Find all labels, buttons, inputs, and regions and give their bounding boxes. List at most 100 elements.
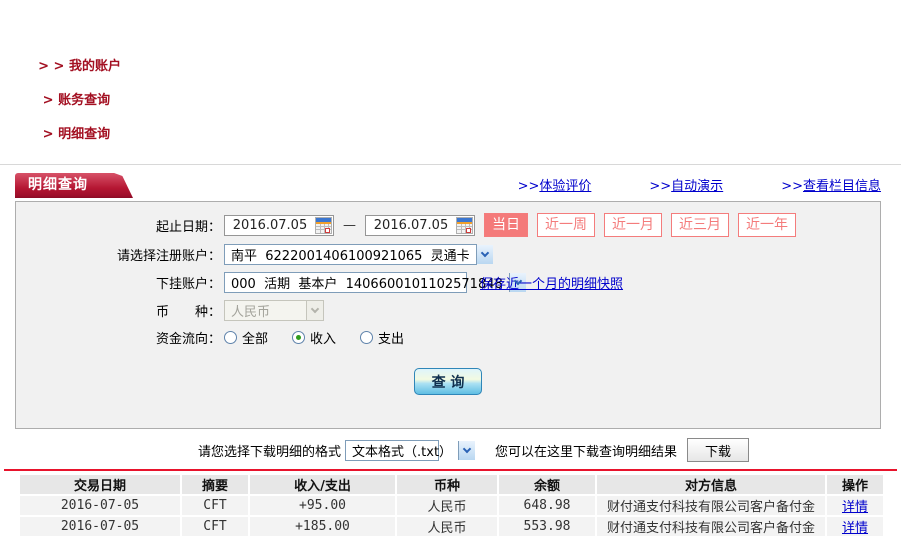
currency-select: 人民币 (224, 300, 324, 321)
save-snapshot-link[interactable]: 保存近一个月的明细快照 (480, 273, 623, 292)
link-label[interactable]: 查看栏目信息 (803, 179, 881, 194)
download-format-select[interactable]: 文本格式（.txt） (345, 439, 476, 461)
breadcrumb-item[interactable]: > 明细查询 (38, 127, 110, 142)
cell-currency: 人民币 (395, 494, 499, 517)
fund-flow-label: 资金流向： (155, 332, 221, 347)
quick-range-button[interactable]: 近一周 (537, 213, 595, 237)
breadcrumb-item-label[interactable]: 明细查询 (58, 127, 110, 142)
sub-account-value: 000 活期 基本户 1406600101102571848 (231, 277, 503, 292)
header-links: >>体验评价 >>自动演示 >>查看栏目信息 (518, 175, 881, 198)
start-date-value[interactable]: 2016.07.05 (225, 218, 315, 233)
download-section: 请您选择下载明细的格式 文本格式（.txt） 您可以在这里下载查询明细结果 下载 (0, 438, 901, 462)
end-date-input[interactable]: 2016.07.05 (365, 214, 475, 236)
cell-counterparty: 财付通支付科技有限公司客户备付金 (595, 515, 827, 538)
registered-account-label: 请选择注册账户： (116, 249, 221, 264)
cell-action: 详情 (825, 494, 885, 517)
download-button[interactable]: 下载 (687, 438, 750, 462)
sub-account-label: 下挂账户： (155, 277, 221, 292)
currency-value: 人民币 (231, 305, 271, 320)
dropdown-arrow-icon (306, 301, 323, 320)
fund-flow-option[interactable]: 支出 (360, 328, 404, 347)
calendar-icon[interactable] (315, 216, 332, 234)
breadcrumb-item-label[interactable]: 账务查询 (58, 93, 110, 108)
radio-label: 支出 (378, 332, 405, 347)
col-header-currency: 币种 (395, 473, 499, 496)
cell-date: 2016-07-05 (18, 515, 182, 538)
registered-account-row: 请选择注册账户： 南平 6222001406100921065 灵通卡 (16, 244, 880, 265)
currency-label: 币 种： (155, 305, 221, 320)
cell-action: 详情 (825, 515, 885, 538)
start-date-input[interactable]: 2016.07.05 (224, 214, 334, 236)
date-range-row: 起止日期： 2016.07.05 — 2016.07.05 当日 近一周 近一月… (16, 213, 880, 237)
fund-flow-option[interactable]: 全部 (224, 328, 268, 347)
query-form-panel: 起止日期： 2016.07.05 — 2016.07.05 当日 近一周 近一月… (15, 201, 881, 429)
date-range-separator: — (343, 217, 356, 233)
col-header-date: 交易日期 (18, 473, 182, 496)
link-prefix: >> (781, 179, 803, 194)
quick-range-button[interactable]: 近一年 (738, 213, 796, 237)
download-hint: 您可以在这里下载查询明细结果 (495, 444, 678, 460)
query-button-row: 查 询 (16, 368, 880, 395)
download-format-label: 请您选择下载明细的格式 (198, 444, 342, 460)
link-prefix: >> (649, 179, 672, 194)
link-prefix: >> (517, 179, 540, 194)
cell-balance: 648.98 (497, 494, 597, 517)
end-date-value[interactable]: 2016.07.05 (366, 218, 456, 233)
radio-button-icon[interactable] (292, 331, 306, 344)
quick-range-button[interactable]: 当日 (484, 213, 528, 237)
cell-summary: CFT (180, 515, 250, 538)
header-link[interactable]: >>查看栏目信息 (781, 175, 881, 194)
cell-balance: 553.98 (497, 515, 597, 538)
radio-button-icon[interactable] (224, 331, 237, 344)
query-button[interactable]: 查 询 (414, 368, 482, 395)
detail-link[interactable]: 详情 (842, 500, 868, 514)
cell-currency: 人民币 (395, 515, 499, 538)
sub-account-select[interactable]: 000 活期 基本户 1406600101102571848 (224, 272, 526, 293)
breadcrumb-separator: > (38, 127, 59, 142)
link-label[interactable]: 自动演示 (671, 179, 723, 194)
breadcrumb-separator: > (38, 93, 59, 108)
cell-amount: +185.00 (248, 515, 397, 538)
currency-row: 币 种： 人民币 (16, 300, 880, 321)
tab-title: 明细查询 (28, 177, 88, 193)
tab-detail-query[interactable]: 明细查询 (15, 173, 133, 198)
col-header-amount: 收入/支出 (248, 473, 397, 496)
fund-flow-options: 全部 收入 支出 (224, 328, 428, 347)
detail-link[interactable]: 详情 (842, 521, 868, 535)
table-row: 2016-07-05 CFT +185.00 人民币 553.98 财付通支付科… (18, 515, 885, 538)
red-divider (4, 469, 897, 471)
breadcrumb-item[interactable]: > 账务查询 (38, 93, 110, 108)
table-header-row: 交易日期 摘要 收入/支出 币种 余额 对方信息 操作 (18, 473, 885, 496)
registered-account-value: 南平 6222001406100921065 灵通卡 (231, 249, 470, 264)
dropdown-arrow-icon[interactable] (458, 440, 476, 460)
breadcrumb-item[interactable]: > > 我的账户 (38, 59, 121, 74)
link-label[interactable]: 体验评价 (539, 179, 591, 194)
download-format-value: 文本格式（.txt） (352, 444, 453, 460)
quick-range-button[interactable]: 近一月 (604, 213, 662, 237)
cell-summary: CFT (180, 494, 250, 517)
col-header-action: 操作 (825, 473, 885, 496)
fund-flow-row: 资金流向： 全部 收入 支出 (16, 328, 880, 347)
breadcrumb-separator: > > (38, 59, 69, 74)
radio-label: 全部 (242, 332, 269, 347)
col-header-balance: 余额 (497, 473, 597, 496)
cell-counterparty: 财付通支付科技有限公司客户备付金 (595, 494, 827, 517)
quick-range-button[interactable]: 近三月 (671, 213, 729, 237)
sub-account-row: 下挂账户： 000 活期 基本户 1406600101102571848 保存近… (16, 272, 880, 293)
fund-flow-option[interactable]: 收入 (292, 328, 336, 347)
date-range-label: 起止日期： (155, 219, 221, 235)
table-row: 2016-07-05 CFT +95.00 人民币 648.98 财付通支付科技… (18, 494, 885, 517)
cell-amount: +95.00 (248, 494, 397, 517)
registered-account-select[interactable]: 南平 6222001406100921065 灵通卡 (224, 244, 493, 265)
calendar-icon[interactable] (456, 216, 473, 234)
header-link[interactable]: >>体验评价 (518, 175, 592, 194)
breadcrumb: > > 我的账户 > 账务查询 > 明细查询 (0, 0, 901, 165)
quick-range-buttons: 当日 近一周 近一月 近三月 近一年 (475, 213, 796, 237)
transactions-table: 交易日期 摘要 收入/支出 币种 余额 对方信息 操作 2016-07-05 C… (18, 473, 885, 538)
breadcrumb-item-label[interactable]: 我的账户 (69, 59, 121, 74)
cell-date: 2016-07-05 (18, 494, 182, 517)
col-header-counterparty: 对方信息 (595, 473, 827, 496)
radio-button-icon[interactable] (360, 331, 374, 344)
header-link[interactable]: >>自动演示 (649, 175, 723, 194)
dropdown-arrow-icon[interactable] (475, 245, 493, 264)
